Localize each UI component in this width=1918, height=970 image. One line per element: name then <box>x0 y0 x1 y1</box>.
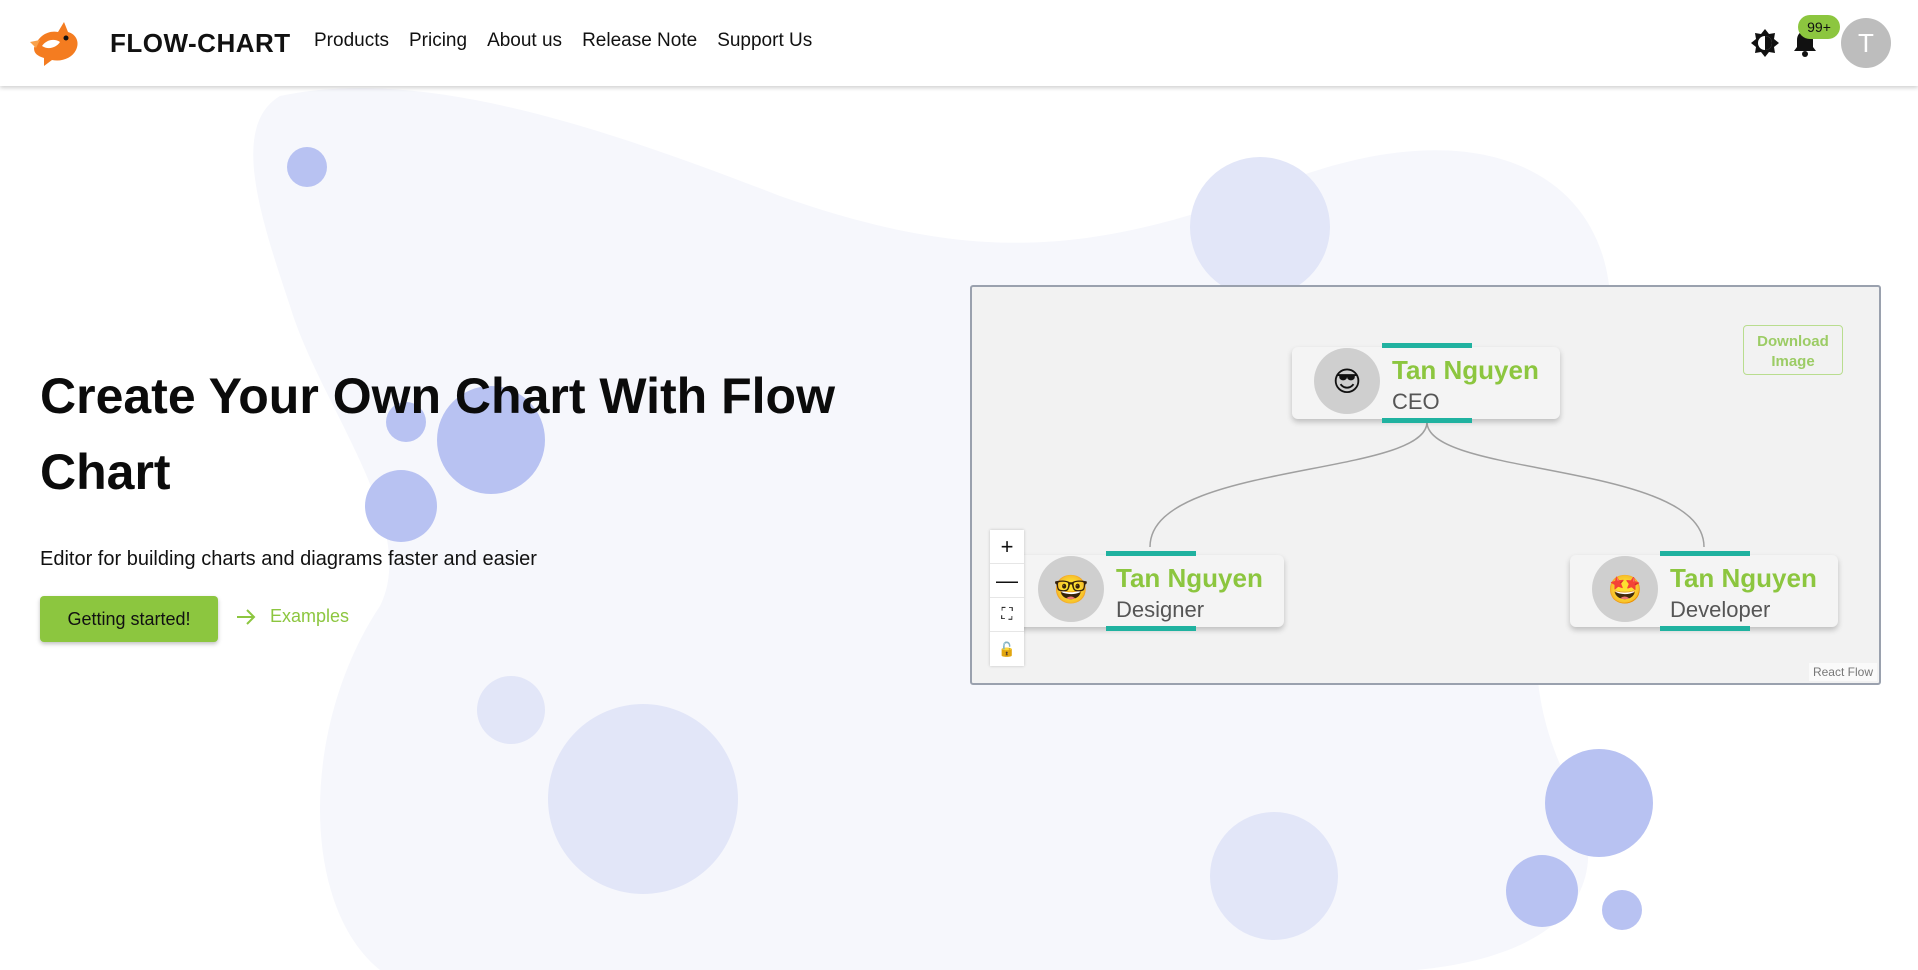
download-image-button[interactable]: Download Image <box>1743 325 1843 375</box>
main-nav: Products Pricing About us Release Note S… <box>314 30 812 52</box>
node-handle-bottom[interactable] <box>1660 626 1750 631</box>
top-header: FLOW-CHART Products Pricing About us Rel… <box>0 0 1918 86</box>
hero-title: Create Your Own Chart With Flow Chart <box>40 368 835 500</box>
nav-products[interactable]: Products <box>314 30 389 52</box>
lock-toggle-button[interactable]: 🔓 <box>990 632 1024 666</box>
node-role: CEO <box>1392 389 1440 414</box>
bubble <box>1602 890 1642 930</box>
zoom-in-button[interactable]: + <box>990 530 1024 564</box>
brightness-icon[interactable] <box>1750 28 1780 58</box>
bubble <box>477 676 545 744</box>
bubble <box>548 704 738 894</box>
flow-node-developer[interactable]: 🤩 Tan Nguyen Developer <box>1570 551 1838 631</box>
node-role: Developer <box>1670 597 1771 622</box>
bubble <box>1210 812 1338 940</box>
nav-release-note[interactable]: Release Note <box>582 30 697 52</box>
bubble <box>287 147 327 187</box>
examples-link[interactable]: Examples <box>236 606 349 627</box>
notification-badge: 99+ <box>1798 15 1840 39</box>
bubble <box>1190 157 1330 297</box>
node-handle-bottom[interactable] <box>1382 418 1472 423</box>
zoom-out-button[interactable]: — <box>990 564 1024 598</box>
bubble <box>1545 749 1653 857</box>
edge-ceo-developer <box>1426 421 1705 548</box>
nav-about-us[interactable]: About us <box>487 30 562 52</box>
node-handle-top[interactable] <box>1660 551 1750 556</box>
nav-support-us[interactable]: Support Us <box>717 30 812 52</box>
node-avatar: 😎 <box>1314 348 1380 414</box>
node-handle-top[interactable] <box>1382 343 1472 348</box>
flow-node-designer[interactable]: 🤓 Tan Nguyen Designer <box>1016 551 1284 631</box>
arrow-right-icon <box>237 608 256 625</box>
node-handle-bottom[interactable] <box>1106 626 1196 631</box>
examples-label: Examples <box>270 606 350 626</box>
nav-pricing[interactable]: Pricing <box>409 30 467 52</box>
getting-started-button[interactable]: Getting started! <box>40 596 218 642</box>
node-role: Designer <box>1116 597 1205 622</box>
node-avatar: 🤓 <box>1038 556 1104 622</box>
hero-subtitle: Editor for building charts and diagrams … <box>40 548 537 570</box>
flow-node-ceo[interactable]: 😎 Tan Nguyen CEO <box>1292 343 1560 423</box>
flow-controls: + — ⛶ 🔓 <box>990 530 1024 666</box>
node-name: Tan Nguyen <box>1392 355 1539 385</box>
user-avatar[interactable]: T <box>1841 18 1891 68</box>
node-name: Tan Nguyen <box>1116 563 1263 593</box>
fit-view-button[interactable]: ⛶ <box>990 598 1024 632</box>
node-avatar: 🤩 <box>1592 556 1658 622</box>
flow-canvas[interactable]: Download Image 😎 Tan Nguyen CEO 🤓 Tan Ng… <box>970 285 1881 685</box>
node-handle-top[interactable] <box>1106 551 1196 556</box>
react-flow-attribution[interactable]: React Flow <box>1808 663 1877 681</box>
brand-name[interactable]: FLOW-CHART <box>110 28 291 59</box>
edge-ceo-designer <box>1149 421 1428 548</box>
node-name: Tan Nguyen <box>1670 563 1817 593</box>
bubble <box>1506 855 1578 927</box>
dragon-logo[interactable] <box>28 18 82 68</box>
